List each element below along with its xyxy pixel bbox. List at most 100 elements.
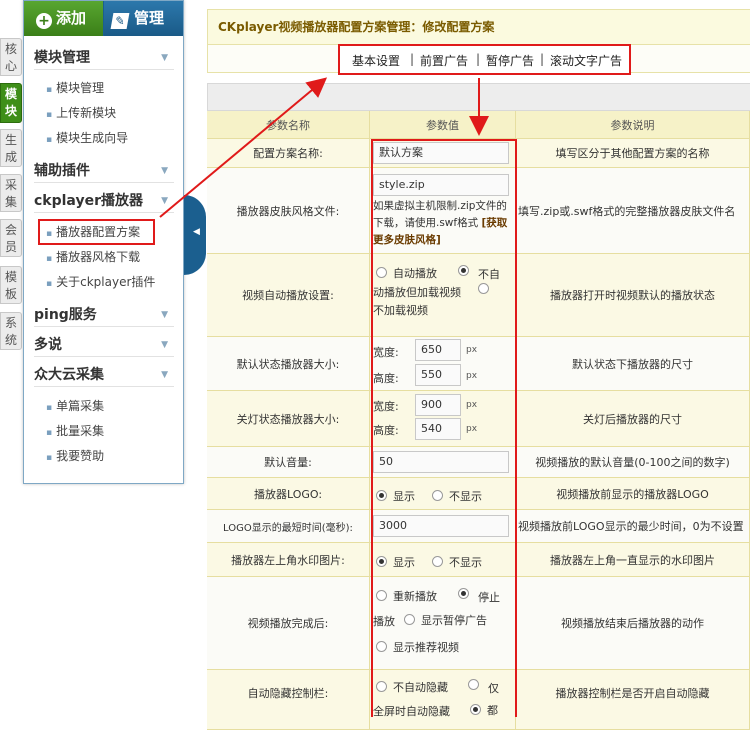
section-ping[interactable]: ping服务 ▼ (34, 303, 174, 327)
vtab-label: 模板 (4, 270, 17, 301)
row-desc-default-size: 默认状态下播放器的尺寸 (516, 337, 750, 391)
page-title: CKplayer视频播放器配置方案管理：修改配置方案 (207, 9, 750, 45)
section-module-management[interactable]: 模块管理 ▼ (34, 46, 174, 70)
row-label-after-play: 视频播放完成后: (207, 577, 370, 670)
row-desc-auto-hide: 播放器控制栏是否开启自动隐藏 (516, 670, 750, 730)
section-title: 模块管理 (34, 50, 90, 66)
sidebar-item-sponsor[interactable]: ▪ 我要赞助 (46, 447, 104, 465)
chevron-down-icon: ▼ (161, 340, 168, 350)
sidebar-item-label: 上传新模块 (56, 106, 117, 120)
add-button[interactable]: + 添加 (24, 1, 103, 36)
bullet-icon: ▪ (46, 135, 53, 145)
row-desc-skin: 填写.zip或.swf格式的完整播放器皮肤文件名 (516, 168, 750, 254)
row-desc-volume: 视频播放的默认音量(0-100之间的数字) (516, 447, 750, 478)
vtab-label: 系统 (4, 316, 17, 347)
bullet-icon: ▪ (46, 254, 53, 264)
vtab-member[interactable]: 会员 (0, 219, 22, 257)
sidebar-item-label: 播放器风格下载 (56, 250, 141, 264)
tab-bar: 基本设置 | 前置广告 | 暂停广告 | 滚动文字广告 (207, 44, 750, 75)
value-column-highlight-box (371, 139, 517, 717)
manage-button[interactable]: ✎ 管理 (104, 1, 183, 36)
bullet-icon: ▪ (46, 428, 53, 438)
sidebar-collapse-toggle[interactable]: ◀ (184, 195, 206, 275)
section-aux-plugins[interactable]: 辅助插件 ▼ (34, 159, 174, 183)
toolbar-strip (207, 83, 750, 111)
section-title: ckplayer播放器 (34, 193, 143, 209)
tab-separator: | (540, 52, 545, 66)
vtab-collect[interactable]: 采集 (0, 174, 22, 212)
row-label-auto-hide: 自动隐藏控制栏: (207, 670, 370, 730)
row-desc-logo: 视频播放前显示的播放器LOGO (516, 478, 750, 510)
section-title: 辅助插件 (34, 163, 90, 179)
sidebar-item-about-ckplayer[interactable]: ▪ 关于ckplayer插件 (46, 273, 155, 291)
tab-separator: | (476, 52, 481, 66)
row-label-volume: 默认音量: (207, 447, 370, 478)
vtab-system[interactable]: 系统 (0, 312, 22, 350)
chevron-down-icon: ▼ (161, 166, 168, 176)
row-desc-watermark: 播放器左上角一直显示的水印图片 (516, 543, 750, 577)
chevron-down-icon: ▼ (161, 53, 168, 63)
bullet-icon: ▪ (46, 279, 53, 289)
bullet-icon: ▪ (46, 403, 53, 413)
chevron-down-icon: ▼ (161, 370, 168, 380)
tab-basic-settings[interactable]: 基本设置 (352, 52, 400, 69)
row-desc-autoplay: 播放器打开时视频默认的播放状态 (516, 254, 750, 337)
section-title: 众大云采集 (34, 367, 104, 383)
vertical-tab-bar: 核心 模块 生成 采集 会员 模板 系统 (0, 0, 22, 717)
top-button-bar: + 添加 ✎ 管理 (24, 1, 183, 36)
tab-separator: | (410, 52, 415, 66)
section-ckplayer[interactable]: ckplayer播放器 ▼ (34, 189, 174, 213)
vtab-label: 生成 (4, 133, 17, 164)
sidebar-item-upload-module[interactable]: ▪ 上传新模块 (46, 104, 116, 122)
sidebar-item-batch-collect[interactable]: ▪ 批量采集 (46, 422, 104, 440)
section-title: ping服务 (34, 307, 97, 323)
sidebar-item-label: 模块管理 (56, 81, 105, 95)
sidebar-item-skin-download[interactable]: ▪ 播放器风格下载 (46, 248, 140, 266)
vtab-generate[interactable]: 生成 (0, 129, 22, 167)
manage-button-label: 管理 (134, 9, 165, 27)
vtab-label: 会员 (4, 223, 17, 254)
row-desc-light-off-size: 关灯后播放器的尺寸 (516, 391, 750, 447)
column-header-desc: 参数说明 (516, 111, 750, 139)
sidebar-item-label: 我要赞助 (56, 449, 105, 463)
edit-icon: ✎ (110, 13, 130, 29)
bullet-icon: ▪ (46, 110, 53, 120)
sidebar-item-label: 模块生成向导 (56, 131, 129, 145)
vtab-label: 模块 (4, 87, 17, 118)
row-label-skin: 播放器皮肤风格文件: (207, 168, 370, 254)
sidebar-item-label: 关于ckplayer插件 (56, 275, 156, 289)
row-label-name: 配置方案名称: (207, 139, 370, 168)
sidebar-item-label: 单篇采集 (56, 399, 105, 413)
column-header-value: 参数值 (370, 111, 516, 139)
section-title: 多说 (34, 337, 62, 353)
bullet-icon: ▪ (46, 229, 53, 239)
sidebar-item-single-collect[interactable]: ▪ 单篇采集 (46, 397, 104, 415)
bullet-icon: ▪ (46, 85, 53, 95)
vtab-core[interactable]: 核心 (0, 38, 22, 76)
tab-highlight-box: 基本设置 | 前置广告 | 暂停广告 | 滚动文字广告 (338, 44, 631, 75)
sidebar: + 添加 ✎ 管理 模块管理 ▼ ▪ 模块管理 ▪ 上传新模块 ▪ 模块生成向导 辅助插件 ▼… (23, 0, 184, 484)
row-label-logo: 播放器LOGO: (207, 478, 370, 510)
tab-pause-ad[interactable]: 暂停广告 (486, 52, 534, 69)
tab-scrolling-text-ad[interactable]: 滚动文字广告 (550, 52, 622, 69)
row-desc-name: 填写区分于其他配置方案的名称 (516, 139, 750, 168)
section-cloud-collect[interactable]: 众大云采集 ▼ (34, 363, 174, 387)
row-label-watermark: 播放器左上角水印图片: (207, 543, 370, 577)
sidebar-item-player-config[interactable]: ▪ 播放器配置方案 (46, 223, 140, 241)
add-button-label: 添加 (56, 9, 87, 27)
vtab-label: 核心 (4, 42, 17, 73)
vtab-template[interactable]: 模板 (0, 266, 22, 304)
sidebar-item-label: 播放器配置方案 (56, 225, 141, 239)
sidebar-item-module-manage[interactable]: ▪ 模块管理 (46, 79, 104, 97)
row-label-autoplay: 视频自动播放设置: (207, 254, 370, 337)
plus-icon: + (36, 13, 52, 29)
bullet-icon: ▪ (46, 453, 53, 463)
section-duoshuo[interactable]: 多说 ▼ (34, 333, 174, 357)
vtab-module[interactable]: 模块 (0, 83, 22, 123)
row-desc-after-play: 视频播放结束后播放器的动作 (516, 577, 750, 670)
chevron-down-icon: ▼ (161, 310, 168, 320)
row-label-default-size: 默认状态播放器大小: (207, 337, 370, 391)
sidebar-item-module-wizard[interactable]: ▪ 模块生成向导 (46, 129, 128, 147)
tab-pre-roll-ad[interactable]: 前置广告 (420, 52, 468, 69)
sidebar-item-label: 批量采集 (56, 424, 105, 438)
